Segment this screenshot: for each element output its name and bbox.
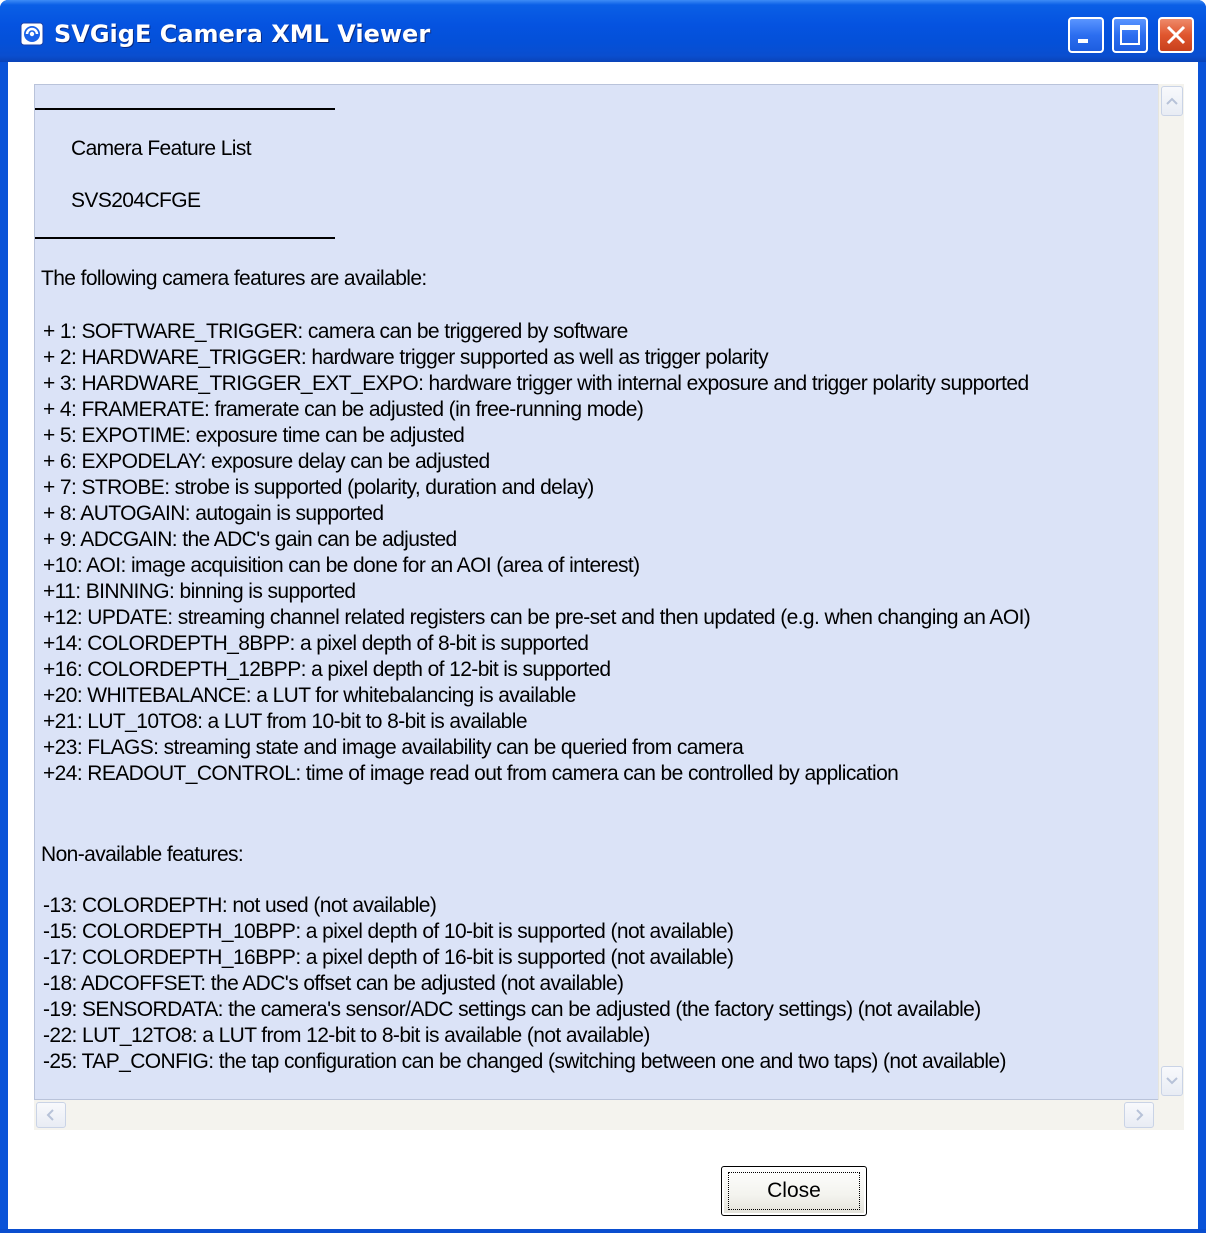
scroll-right-arrow-icon: [1136, 1109, 1144, 1121]
unavailable-feature-line: -25: TAP_CONFIG: the tap configuration c…: [43, 1050, 1006, 1073]
minimize-button[interactable]: [1068, 17, 1104, 53]
available-feature-line: + 4: FRAMERATE: framerate can be adjuste…: [43, 398, 644, 421]
available-feature-line: + 9: ADCGAIN: the ADC's gain can be adju…: [43, 528, 457, 551]
unavailable-feature-line: -15: COLORDEPTH_10BPP: a pixel depth of …: [43, 920, 734, 943]
close-window-button[interactable]: [1158, 17, 1194, 53]
maximize-button[interactable]: [1112, 17, 1148, 53]
available-feature-line: +10: AOI: image acquisition can be done …: [43, 554, 640, 577]
minimize-icon: [1078, 39, 1088, 43]
vertical-scrollbar[interactable]: [1158, 84, 1184, 1100]
feature-list-textbox[interactable]: Camera Feature List SVS204CFGE The follo…: [34, 84, 1184, 1100]
available-feature-line: +24: READOUT_CONTROL: time of image read…: [43, 762, 899, 785]
close-icon: [1166, 25, 1186, 45]
available-feature-line: +12: UPDATE: streaming channel related r…: [43, 606, 1031, 629]
available-feature-line: +11: BINNING: binning is supported: [43, 580, 356, 603]
bottom-divider: [35, 237, 335, 239]
title-bar[interactable]: SVGigE Camera XML Viewer: [0, 0, 1206, 62]
maximize-icon: [1120, 25, 1140, 45]
document-heading: Camera Feature List: [71, 137, 252, 160]
scrollbar-corner: [1158, 1100, 1184, 1130]
available-feature-line: + 2: HARDWARE_TRIGGER: hardware trigger …: [43, 346, 769, 369]
close-button-label: Close: [728, 1172, 860, 1210]
available-feature-line: +16: COLORDEPTH_12BPP: a pixel depth of …: [43, 658, 611, 681]
scroll-up-button[interactable]: [1161, 86, 1183, 116]
available-intro: The following camera features are availa…: [41, 267, 427, 290]
scroll-right-button[interactable]: [1124, 1102, 1154, 1128]
camera-model: SVS204CFGE: [71, 189, 201, 212]
svgige-app-icon: [20, 22, 44, 46]
available-feature-line: +14: COLORDEPTH_8BPP: a pixel depth of 8…: [43, 632, 589, 655]
unavailable-intro: Non-available features:: [41, 843, 244, 866]
unavailable-feature-line: -13: COLORDEPTH: not used (not available…: [43, 894, 437, 917]
horizontal-scrollbar[interactable]: [34, 1100, 1158, 1130]
available-feature-line: + 1: SOFTWARE_TRIGGER: camera can be tri…: [43, 320, 628, 343]
window-client-area: Camera Feature List SVS204CFGE The follo…: [8, 62, 1198, 1233]
scroll-left-button[interactable]: [36, 1102, 66, 1128]
scroll-down-arrow-icon: [1166, 1077, 1178, 1085]
available-feature-line: + 6: EXPODELAY: exposure delay can be ad…: [43, 450, 490, 473]
available-feature-line: + 3: HARDWARE_TRIGGER_EXT_EXPO: hardware…: [43, 372, 1029, 395]
close-button[interactable]: Close: [721, 1166, 867, 1216]
app-window: SVGigE Camera XML Viewer Camera Feature …: [0, 0, 1206, 1233]
available-feature-line: + 5: EXPOTIME: exposure time can be adju…: [43, 424, 465, 447]
available-feature-line: +21: LUT_10TO8: a LUT from 10-bit to 8-b…: [43, 710, 528, 733]
available-feature-line: + 7: STROBE: strobe is supported (polari…: [43, 476, 594, 499]
unavailable-feature-line: -18: ADCOFFSET: the ADC's offset can be …: [43, 972, 624, 995]
unavailable-feature-line: -22: LUT_12TO8: a LUT from 12-bit to 8-b…: [43, 1024, 650, 1047]
unavailable-feature-line: -17: COLORDEPTH_16BPP: a pixel depth of …: [43, 946, 734, 969]
top-divider: [35, 108, 335, 110]
scroll-up-arrow-icon: [1166, 97, 1178, 105]
available-feature-line: +20: WHITEBALANCE: a LUT for whitebalanc…: [43, 684, 576, 707]
unavailable-feature-line: -19: SENSORDATA: the camera's sensor/ADC…: [43, 998, 981, 1021]
available-feature-line: + 8: AUTOGAIN: autogain is supported: [43, 502, 384, 525]
scroll-left-arrow-icon: [46, 1109, 54, 1121]
available-feature-line: +23: FLAGS: streaming state and image av…: [43, 736, 744, 759]
window-bottom-border: [0, 1229, 1206, 1233]
scroll-down-button[interactable]: [1161, 1066, 1183, 1096]
window-title: SVGigE Camera XML Viewer: [54, 20, 431, 48]
